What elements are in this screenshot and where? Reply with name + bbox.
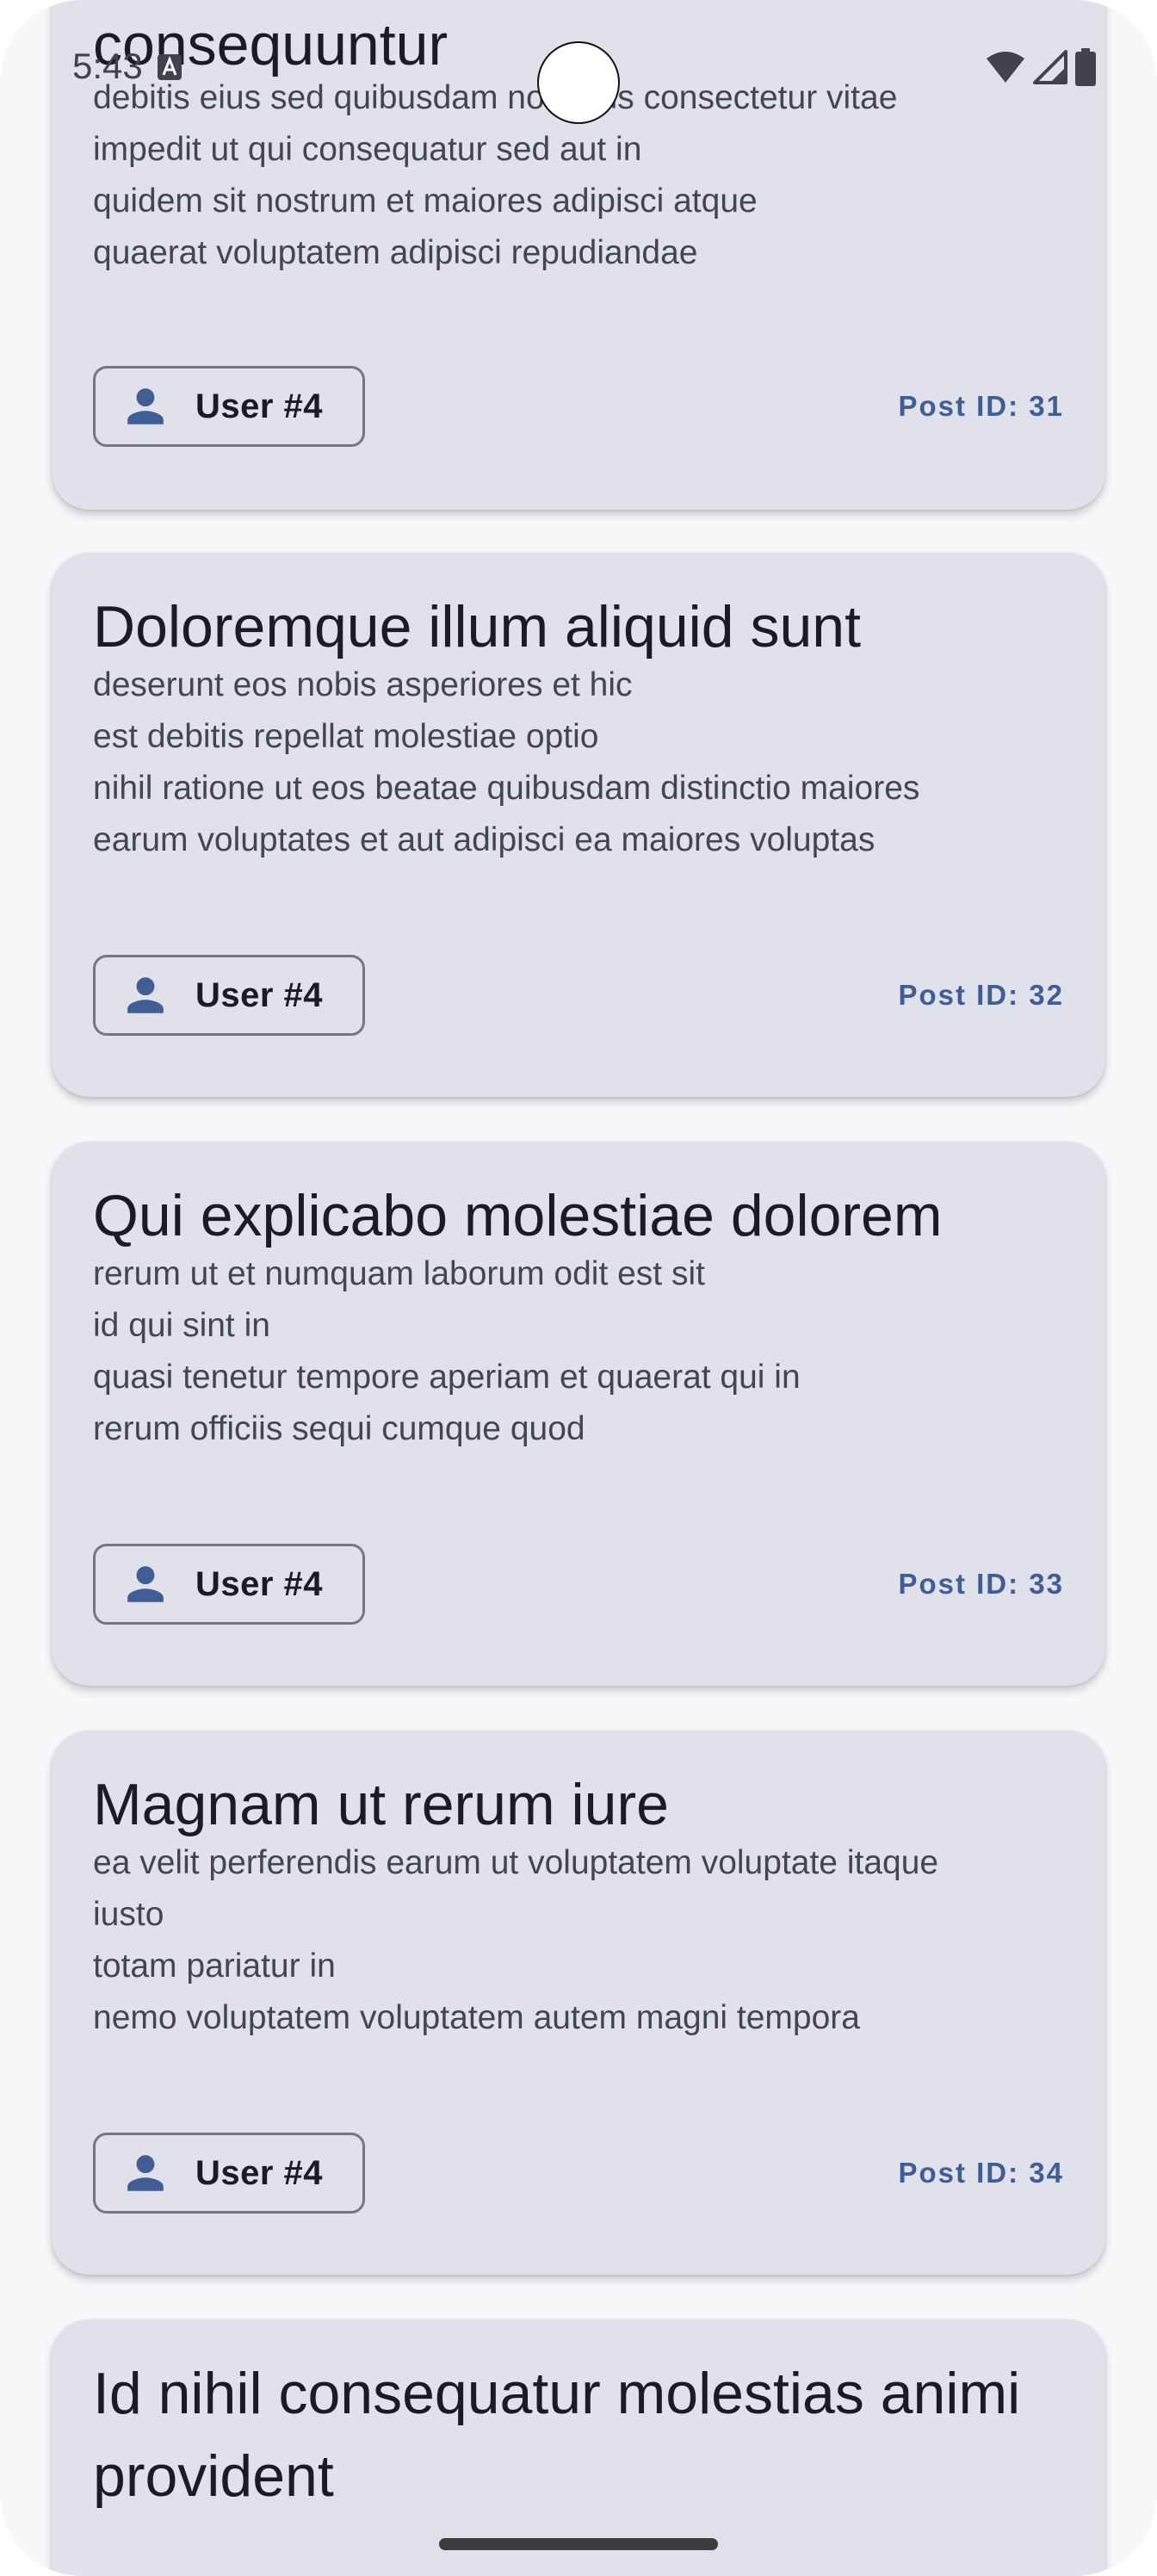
user-chip-label: User #4: [195, 1564, 324, 1603]
post-body-line: ea velit perferendis earum ut voluptatem…: [93, 1844, 939, 1881]
post-body-line: quasi tenetur tempore aperiam et quaerat…: [93, 1359, 801, 1396]
post-title: Magnam ut rerum iure: [93, 1772, 669, 1837]
front-camera-cutout: [539, 43, 618, 122]
post-body-line: quaerat voluptatem adipisci repudiandae: [93, 234, 698, 271]
post-card[interactable]: Qui explicabo molestiae dolorem rerum ut…: [52, 1142, 1105, 1686]
post-body-line: rerum officiis sequi cumque quod: [93, 1410, 585, 1447]
post-body: deserunt eos nobis asperiores et hic est…: [93, 659, 1064, 866]
person-icon: [123, 973, 168, 1018]
post-body-line: est debitis repellat molestiae optio: [93, 718, 599, 755]
post-id: Post ID: 34: [898, 2157, 1064, 2189]
posts-feed[interactable]: consequuntur debitis eius sed quibusdam …: [0, 0, 1157, 2576]
person-icon: [123, 2151, 168, 2195]
person-icon: [123, 1562, 168, 1607]
post-body-line: deserunt eos nobis asperiores et hic: [93, 666, 633, 703]
status-icons: [985, 48, 1097, 90]
user-chip-label: User #4: [195, 2153, 324, 2192]
gesture-navigation-bar[interactable]: [439, 2538, 718, 2550]
person-icon: [123, 384, 168, 429]
status-time: 5:43: [72, 46, 143, 86]
user-chip[interactable]: User #4: [93, 955, 365, 1036]
user-chip[interactable]: User #4: [93, 1544, 365, 1625]
user-chip[interactable]: User #4: [93, 2133, 365, 2214]
post-body-line: nihil ratione ut eos beatae quibusdam di…: [93, 770, 920, 807]
app-screen: consequuntur debitis eius sed quibusdam …: [0, 0, 1157, 2576]
user-chip-label: User #4: [195, 975, 324, 1014]
post-title: Qui explicabo molestiae dolorem: [93, 1183, 943, 1248]
post-body: ea velit perferendis earum ut voluptatem…: [93, 1837, 1064, 2044]
post-id: Post ID: 31: [898, 390, 1064, 422]
notification-a-icon: [157, 53, 183, 81]
post-body-line: iusto: [93, 1896, 164, 1933]
cell-signal-icon: [1033, 50, 1067, 89]
post-body-line: totam pariatur in: [93, 1947, 336, 1985]
post-body-line: quidem sit nostrum et maiores adipisci a…: [93, 183, 758, 220]
post-id: Post ID: 32: [898, 979, 1064, 1011]
post-body-line: nemo voluptatem voluptatem autem magni t…: [93, 1999, 860, 2036]
battery-icon: [1074, 48, 1097, 90]
user-chip-label: User #4: [195, 387, 324, 425]
post-title: Id nihil consequatur molestias animi pro…: [93, 2361, 1021, 2509]
post-title: Doloremque illum aliquid sunt: [93, 594, 862, 659]
post-card[interactable]: Magnam ut rerum iure ea velit perferendi…: [52, 1731, 1105, 2275]
user-chip[interactable]: User #4: [93, 366, 365, 447]
post-body-line: impedit ut qui consequatur sed aut in: [93, 131, 642, 168]
post-body-line: rerum ut et numquam laborum odit est sit: [93, 1255, 705, 1292]
wifi-icon: [985, 50, 1026, 89]
post-body: rerum ut et numquam laborum odit est sit…: [93, 1248, 1064, 1455]
post-id: Post ID: 33: [898, 1568, 1064, 1600]
post-body-line: id qui sint in: [93, 1307, 270, 1344]
post-card[interactable]: Doloremque illum aliquid sunt deserunt e…: [52, 553, 1105, 1097]
post-body-line: earum voluptates et aut adipisci ea maio…: [93, 821, 875, 858]
